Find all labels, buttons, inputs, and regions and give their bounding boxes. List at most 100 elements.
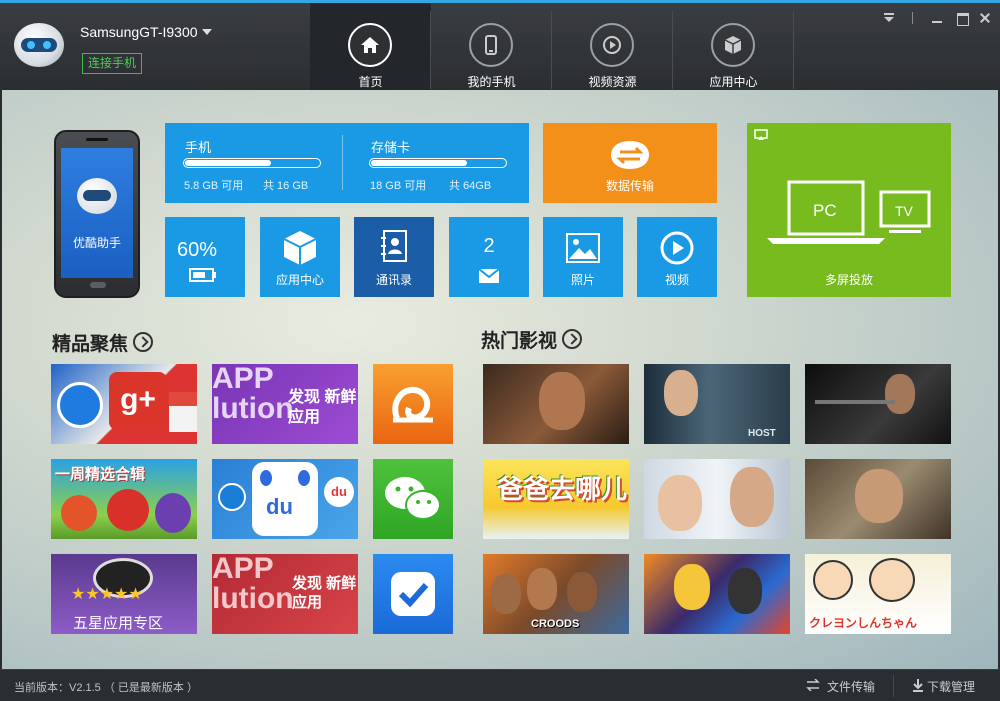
hot-video-heading-text: 热门影视: [481, 331, 558, 352]
image-icon: [566, 233, 600, 263]
video-caption: 爸爸去哪儿: [497, 474, 628, 504]
video-thumbnail[interactable]: [644, 554, 790, 634]
featured-caption: 五星应用专区: [73, 615, 164, 632]
phone-storage-title: 手机: [185, 140, 212, 155]
transfer-arrows-icon: [806, 679, 820, 691]
featured-item[interactable]: APP lution 发现 新鲜应用: [212, 554, 358, 634]
contacts-book-icon: [381, 230, 407, 262]
maximize-icon[interactable]: [955, 11, 969, 26]
storage-tile[interactable]: 手机 5.8 GB 可用 共 16 GB 存储卡 18 GB 可用 共 64GB: [165, 123, 529, 203]
multi-screen-label: 多屏投放: [824, 273, 873, 287]
featured-heading-text: 精品聚焦: [52, 334, 129, 355]
featured-item[interactable]: g+: [51, 364, 197, 444]
envelope-icon: [478, 268, 500, 283]
google-plus-icon: g+: [109, 372, 167, 430]
close-icon[interactable]: [978, 11, 992, 25]
card-storage-available: 18 GB 可用: [370, 180, 427, 192]
box-icon: [724, 36, 742, 54]
chevron-right-icon[interactable]: [562, 329, 583, 349]
featured-item[interactable]: [373, 554, 453, 634]
baidu-map-icon: du: [252, 462, 318, 536]
tab-app-center[interactable]: 应用中心: [673, 3, 794, 90]
download-icon: [913, 679, 923, 692]
tab-home[interactable]: 首页: [310, 3, 431, 90]
multi-screen-tile[interactable]: PC TV 多屏投放: [747, 123, 951, 297]
featured-heading[interactable]: 精品聚焦: [52, 329, 154, 356]
featured-item[interactable]: 一周精选合辑: [51, 459, 197, 539]
photos-tile[interactable]: 照片: [543, 217, 623, 297]
tab-my-phone[interactable]: 我的手机: [431, 3, 552, 90]
box-icon: [283, 231, 317, 265]
video-thumbnail[interactable]: [805, 459, 951, 539]
card-storage-title: 存储卡: [371, 140, 411, 155]
home-icon: [361, 37, 379, 53]
minimize-icon[interactable]: [930, 11, 944, 25]
device-name[interactable]: SamsungGT-I9300: [80, 24, 198, 40]
sms-tile[interactable]: 2: [449, 217, 529, 297]
tab-video-resources[interactable]: 视频资源: [552, 3, 673, 90]
video-thumbnail[interactable]: [644, 459, 790, 539]
featured-item[interactable]: [373, 459, 453, 539]
card-storage-total: 共 64GB: [449, 180, 492, 192]
menu-icon[interactable]: [882, 11, 896, 25]
tab-home-label: 首页: [358, 75, 383, 89]
download-manager-button[interactable]: 下载管理: [927, 678, 975, 695]
play-icon: [660, 231, 694, 265]
video-thumbnail[interactable]: [483, 364, 629, 444]
battery-percent: 60%: [177, 239, 218, 261]
featured-item[interactable]: ★★★★★ 五星应用专区: [51, 554, 197, 634]
featured-item[interactable]: APP lution 发现 新鲜应用: [212, 364, 358, 444]
contacts-tile[interactable]: 通讯录: [354, 217, 434, 297]
hot-video-heading[interactable]: 热门影视: [481, 326, 583, 353]
featured-caption: 发现 新鲜应用: [292, 575, 357, 611]
featured-item[interactable]: [373, 364, 453, 444]
wechat-icon: [385, 477, 441, 520]
video-caption: CROODS: [531, 618, 580, 630]
app-center-tile[interactable]: 应用中心: [260, 217, 340, 297]
battery-tile[interactable]: 60%: [165, 217, 245, 297]
video-caption: HOST: [748, 428, 776, 439]
tv-label: TV: [895, 203, 913, 219]
photos-label: 照片: [570, 273, 595, 287]
contacts-label: 通讯录: [375, 273, 412, 287]
phone-icon: [485, 35, 497, 55]
video-tile[interactable]: 视频: [637, 217, 717, 297]
featured-item[interactable]: du du: [212, 459, 358, 539]
video-thumbnail[interactable]: HOST: [644, 364, 790, 444]
video-thumbnail[interactable]: CROODS: [483, 554, 629, 634]
youku-robot-logo: [14, 23, 64, 67]
file-transfer-button[interactable]: 文件传输: [827, 678, 875, 695]
video-thumbnail[interactable]: 爸爸去哪儿: [483, 459, 629, 539]
phone-storage-bar: [183, 158, 321, 168]
robot-icon: [77, 178, 117, 214]
phone-preview[interactable]: 优酷助手: [54, 130, 140, 298]
video-caption: クレヨンしんちゃん: [809, 616, 918, 630]
cast-icon: [754, 129, 768, 140]
tab-my-phone-label: 我的手机: [467, 75, 516, 89]
chevron-right-icon[interactable]: [133, 332, 154, 352]
tab-app-center-label: 应用中心: [709, 75, 758, 89]
app-center-label: 应用中心: [275, 273, 324, 287]
video-thumbnail[interactable]: クレヨンしんちゃん: [805, 554, 951, 634]
sms-count: 2: [483, 235, 495, 257]
battery-icon: [189, 268, 216, 282]
play-icon: [603, 36, 621, 54]
phone-app-name: 优酷助手: [72, 236, 121, 250]
uc-browser-icon: [392, 386, 433, 423]
pc-label: PC: [813, 201, 837, 220]
connect-phone-button[interactable]: 连接手机: [82, 53, 143, 74]
video-label: 视频: [664, 273, 689, 287]
featured-caption: 一周精选合辑: [55, 466, 146, 483]
data-transfer-tile[interactable]: 数据传输: [543, 123, 717, 203]
top-bar: SamsungGT-I9300 连接手机 首页 我的手机 视频资源 应用中心: [0, 0, 1000, 90]
status-bar: 当前版本：V2.1.5 （ 已是最新版本 ） 文件传输 下载管理: [0, 669, 1000, 701]
phone-storage-total: 共 16 GB: [263, 180, 309, 192]
version-text: 当前版本：V2.1.5 （ 已是最新版本 ）: [14, 682, 198, 694]
checkmark-app-icon: [391, 572, 435, 616]
transfer-icon: [611, 141, 649, 169]
chevron-down-icon[interactable]: [202, 29, 212, 35]
data-transfer-label: 数据传输: [605, 179, 654, 193]
video-thumbnail[interactable]: [805, 364, 951, 444]
tab-video-resources-label: 视频资源: [588, 75, 637, 89]
featured-caption: 发现 新鲜应用: [288, 389, 357, 426]
